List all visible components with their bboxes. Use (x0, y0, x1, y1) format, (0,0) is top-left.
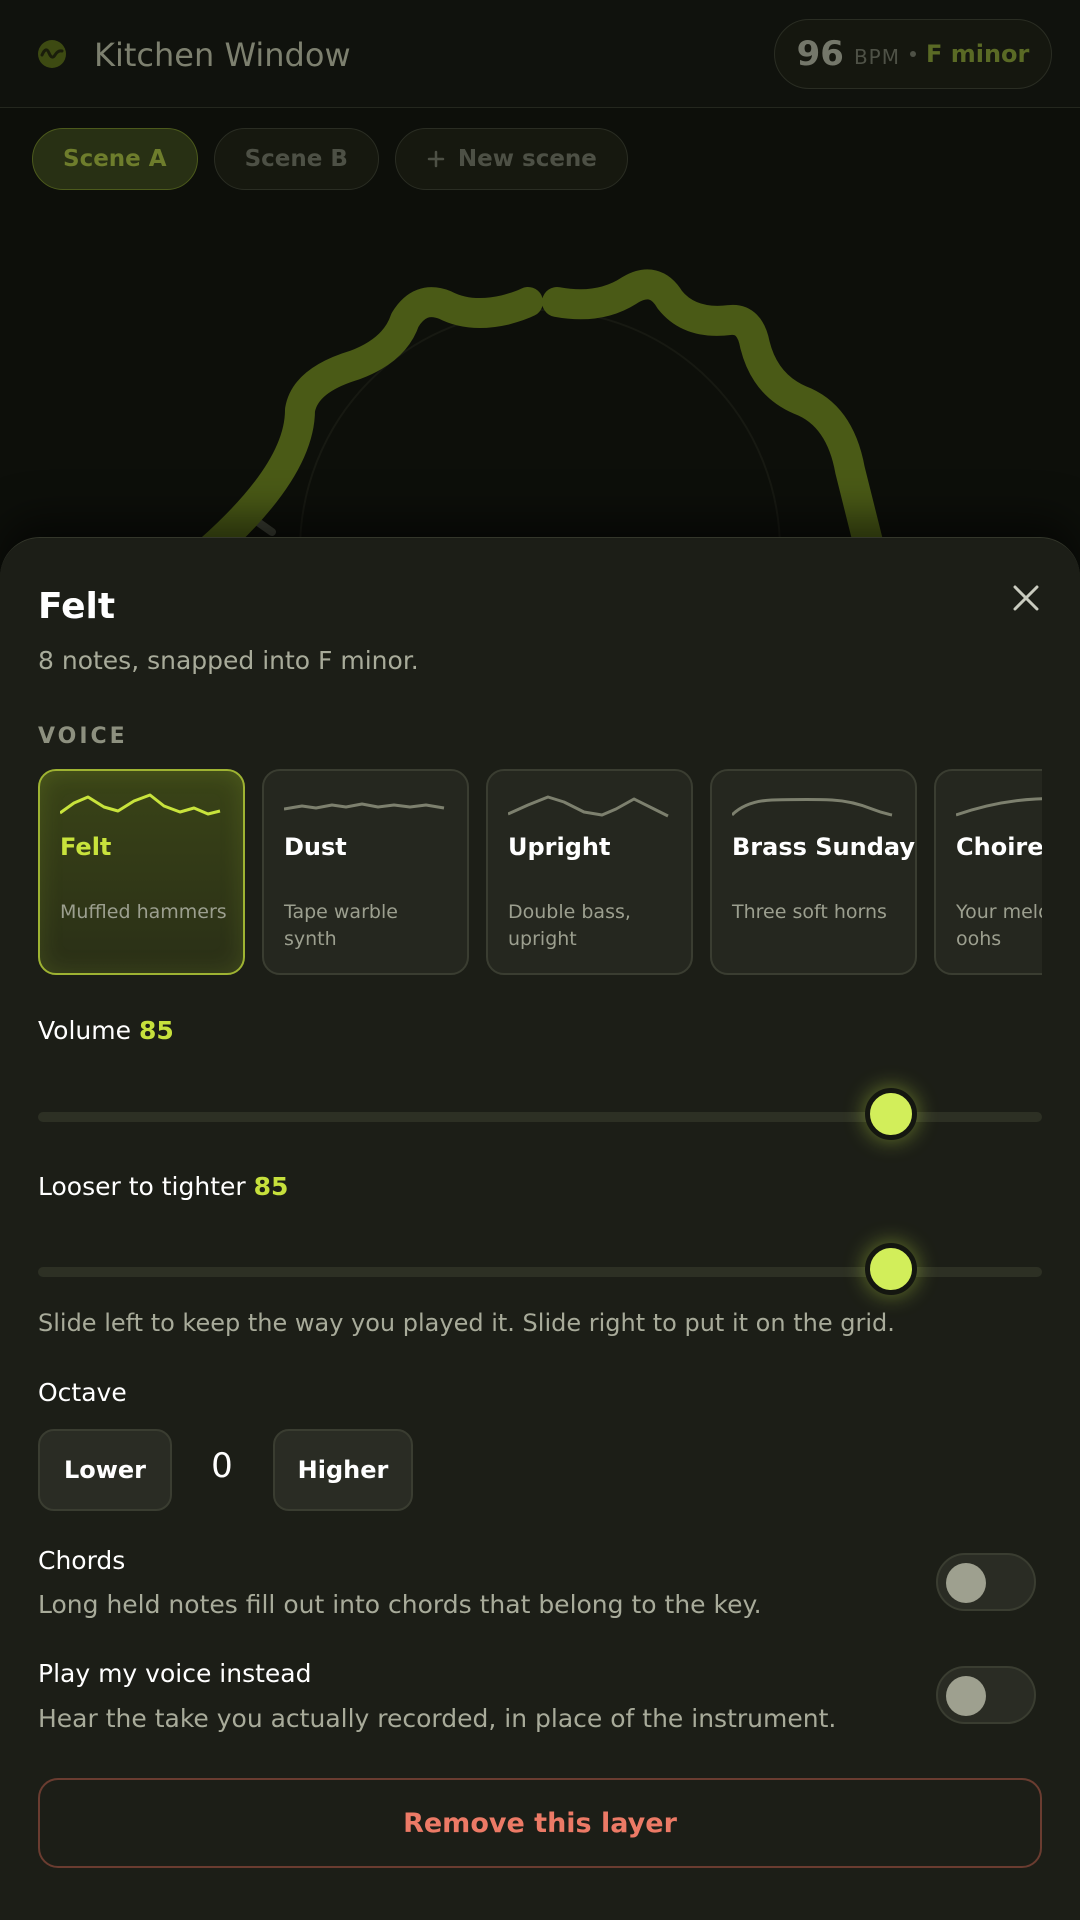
voice-instead-title: Play my voice instead (38, 1659, 312, 1688)
voice-name: Brass Sunday (732, 833, 915, 861)
chords-title: Chords (38, 1546, 126, 1575)
voice-instead-toggle[interactable] (936, 1666, 1036, 1724)
remove-layer-button[interactable]: Remove this layer (38, 1778, 1042, 1868)
scene-tabs: Scene A Scene B New scene (32, 128, 628, 190)
octave-lower-button[interactable]: Lower (38, 1429, 172, 1511)
sheet-subtitle: 8 notes, snapped into F minor. (38, 646, 419, 675)
sheet-title: Felt (38, 586, 116, 627)
new-scene-label: New scene (457, 146, 597, 172)
recorded-melody-stroke (195, 287, 543, 560)
voice-description: Your melody as oohs (956, 901, 1042, 950)
close-icon[interactable] (1006, 578, 1046, 618)
voice-description: Muffled hammers (60, 901, 227, 923)
voice-instead-toggle-knob (946, 1676, 986, 1716)
volume-slider-thumb[interactable] (865, 1088, 918, 1140)
waveform-icon (956, 797, 1042, 817)
app-header: Kitchen Window 96 BPM F minor (0, 0, 1080, 108)
voice-name: Choirette (956, 833, 1042, 861)
voice-card-choirette[interactable]: Choirette Your melody as oohs (934, 769, 1042, 975)
chords-toggle[interactable] (936, 1553, 1036, 1611)
loop-ring-visual (195, 269, 885, 560)
voice-card-upright[interactable]: Upright Double bass, upright (486, 769, 693, 975)
waveform-icon (284, 802, 445, 811)
voice-card-dust[interactable]: Dust Tape warble synth (262, 769, 469, 975)
voice-card-felt[interactable]: Felt Muffled hammers (38, 769, 245, 975)
volume-value: 85 (138, 1016, 174, 1045)
voice-carousel[interactable]: Felt Muffled hammers Dust Tape warble sy… (38, 769, 1042, 975)
plus-icon (427, 150, 445, 168)
voice-name: Upright (508, 833, 611, 861)
new-scene-button[interactable]: New scene (394, 128, 628, 190)
octave-value: 0 (211, 1446, 233, 1486)
voice-name: Dust (284, 833, 347, 861)
scene-tab-a[interactable]: Scene A (32, 128, 198, 190)
tightness-slider[interactable] (38, 1241, 1042, 1301)
tempo-key-pill[interactable]: 96 BPM F minor (774, 19, 1052, 89)
voice-description: Tape warble synth (284, 901, 398, 950)
tempo-unit: BPM (853, 45, 900, 69)
tempo-value: 96 (796, 34, 844, 74)
waveform-icon (60, 793, 221, 816)
voice-description: Double bass, upright (508, 901, 631, 950)
layer-settings-sheet: Felt 8 notes, snapped into F minor. VOIC… (0, 537, 1080, 1920)
voice-instead-description: Hear the take you actually recorded, in … (38, 1704, 837, 1733)
project-title[interactable]: Kitchen Window (94, 36, 351, 74)
key-value: F minor (925, 40, 1030, 68)
tightness-hint: Slide left to keep the way you played it… (38, 1309, 895, 1337)
recorded-melody-stroke-2 (542, 269, 885, 560)
chords-toggle-knob (946, 1563, 986, 1603)
tightness-value: 85 (253, 1172, 289, 1201)
voice-name: Felt (60, 833, 112, 861)
voice-description: Three soft horns (732, 901, 887, 923)
tightness-label: Looser to tighter 85 (38, 1172, 288, 1201)
volume-label-text: Volume (38, 1016, 131, 1045)
voice-card-brass-sunday[interactable]: Brass Sunday Three soft horns (710, 769, 917, 975)
volume-slider[interactable] (38, 1086, 1042, 1146)
voice-section-label: VOICE (38, 724, 128, 749)
tightness-slider-thumb[interactable] (865, 1243, 918, 1295)
scene-tab-b[interactable]: Scene B (213, 128, 379, 190)
waveform-icon (508, 795, 669, 818)
volume-label: Volume 85 (38, 1016, 174, 1045)
chords-description: Long held notes fill out into chords tha… (38, 1590, 762, 1619)
separator-dot (909, 51, 916, 57)
octave-higher-button[interactable]: Higher (273, 1429, 413, 1511)
waveform-icon (732, 798, 893, 817)
octave-label: Octave (38, 1378, 127, 1407)
tightness-label-text: Looser to tighter (38, 1172, 246, 1201)
waveform-logo-icon (38, 40, 66, 68)
